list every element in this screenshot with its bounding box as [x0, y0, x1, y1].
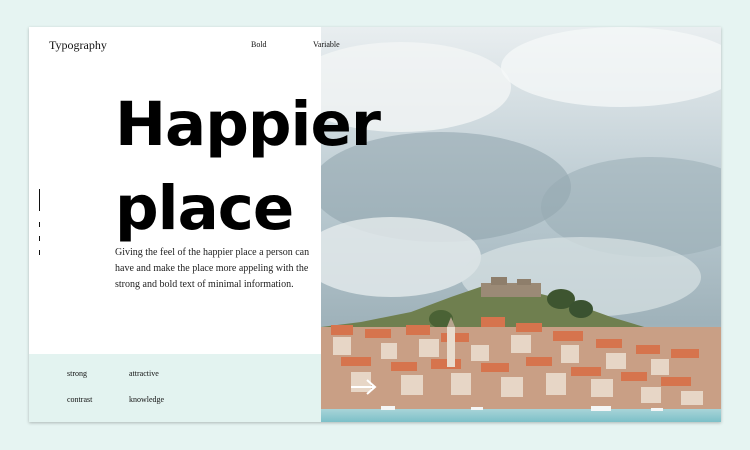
slide-indicator-dot[interactable] [39, 250, 40, 255]
headline-line-2: place [115, 173, 294, 244]
tag-strong: strong [67, 369, 87, 378]
slide-indicator-dot[interactable] [39, 236, 40, 241]
slide-indicator-dot[interactable] [39, 222, 40, 227]
nav-link-bold[interactable]: Bold [251, 40, 267, 49]
tag-knowledge: knowledge [129, 395, 165, 404]
slide-indicator-active[interactable] [39, 189, 40, 211]
hero-photo [321, 27, 721, 422]
tag-panel: strong attractive contrast knowledge [29, 354, 321, 422]
nav-link-variable[interactable]: Variable [313, 40, 340, 49]
page-title: Happier place [115, 83, 381, 251]
arrow-right-icon[interactable] [349, 377, 379, 402]
tag-contrast: contrast [67, 395, 93, 404]
brand-logo-text[interactable]: Typography [49, 38, 107, 53]
hero-description: Giving the feel of the happier place a p… [115, 247, 310, 290]
hero-card: strong attractive contrast knowledge Typ… [29, 27, 721, 422]
tag-attractive: attractive [129, 369, 159, 378]
headline-line-1: Happier [115, 89, 381, 160]
